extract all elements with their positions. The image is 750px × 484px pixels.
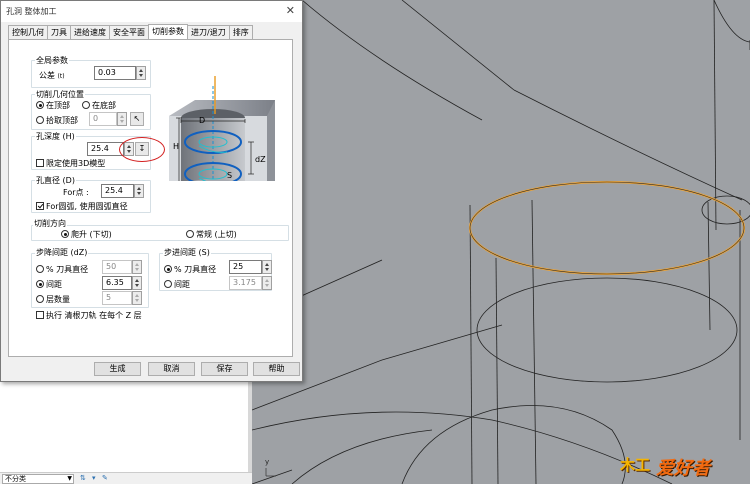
tab-control-geometry[interactable]: 控制几何 [8, 25, 48, 39]
cut-direction-label: 切削方向 [33, 219, 67, 228]
stepdown-spacing-input[interactable]: 6.35 [102, 276, 132, 290]
dialog-title: 孔洞 整体加工 [6, 7, 57, 16]
stepover-spacing-radio[interactable] [164, 280, 172, 288]
stepdown-layers-input[interactable]: 5 [102, 291, 132, 305]
for-circle-label: For圆弧, 使用圆弧直径 [46, 202, 128, 211]
tool-icon[interactable]: ✎ [102, 474, 108, 482]
for-point-label: For点 : [63, 188, 89, 197]
pick-top-spinner[interactable] [117, 112, 127, 126]
stepdown-layers-spinner[interactable] [132, 291, 142, 305]
diagram-label-h: H [173, 142, 180, 151]
cut-direction-group [31, 225, 289, 241]
tolerance-label: 公差 (t) [39, 71, 65, 80]
logo-text: 爱好者 [656, 458, 710, 479]
limit-3d-checkbox[interactable] [36, 159, 44, 167]
chevron-down-icon: ▼ [67, 475, 72, 482]
tab-entry-exit[interactable]: 进刀/退刀 [187, 25, 230, 39]
pick-top-radio[interactable] [36, 116, 44, 124]
save-button[interactable]: 保存 [201, 362, 248, 376]
stepdown-pct-input[interactable]: 50 [102, 260, 132, 274]
viewport-geometry [252, 0, 750, 484]
axis-y-label: y [265, 458, 270, 466]
climb-radio[interactable] [61, 230, 69, 238]
stepover-pct-label: % 刀具直径 [174, 265, 217, 274]
position-top-label: 在顶部 [46, 101, 70, 110]
stepdown-spacing-radio[interactable] [36, 280, 44, 288]
pick-top-input[interactable]: 0 [89, 112, 117, 126]
tab-feed-rate[interactable]: 进给速度 [70, 25, 110, 39]
position-bottom-radio[interactable] [82, 101, 90, 109]
tab-tool[interactable]: 刀具 [47, 25, 71, 39]
geometry-position-label: 切削几何位置 [35, 90, 85, 99]
stepover-pct-spinner[interactable] [262, 260, 272, 274]
help-button[interactable]: 帮助 [253, 362, 300, 376]
diagram-label-d: D [199, 116, 206, 125]
tab-cut-params[interactable]: 切削参数 [148, 24, 188, 39]
stepdown-pct-label: % 刀具直径 [46, 265, 89, 274]
hole-diagram: D H dZ S [151, 56, 279, 211]
stepdown-layers-label: 层数量 [46, 295, 70, 304]
pick-cursor-button[interactable]: ↖ [130, 112, 144, 126]
position-top-radio[interactable] [36, 101, 44, 109]
cancel-button[interactable]: 取消 [148, 362, 195, 376]
stepover-pct-input[interactable]: 25 [229, 260, 262, 274]
sort-icon[interactable]: ⇅ [80, 474, 86, 482]
stepover-pct-radio[interactable] [164, 265, 172, 273]
conventional-radio[interactable] [186, 230, 194, 238]
position-bottom-label: 在底部 [92, 101, 116, 110]
stepdown-pct-radio[interactable] [36, 265, 44, 273]
limit-3d-label: 限定使用3D模型 [46, 159, 106, 168]
pick-top-label: 拾取顶部 [46, 116, 78, 125]
hole-diameter-label: 孔直径 (D) [35, 176, 76, 185]
diagram-label-s: S [227, 171, 233, 180]
tolerance-spinner[interactable] [136, 66, 146, 80]
layer-panel [0, 380, 252, 484]
for-point-spinner[interactable] [134, 184, 144, 198]
close-icon[interactable]: ✕ [286, 4, 295, 17]
tab-bar: 控制几何 刀具 进给速度 安全平面 切削参数 进刀/退刀 排序 [8, 24, 253, 39]
filter-icon[interactable]: ▾ [92, 474, 96, 482]
tolerance-input[interactable]: 0.03 [94, 66, 136, 80]
global-params-label: 全局参数 [35, 56, 69, 65]
generate-button[interactable]: 生成 [94, 362, 141, 376]
layer-dropdown[interactable]: 不分类 ▼ [2, 474, 74, 484]
stepdown-layers-radio[interactable] [36, 295, 44, 303]
stepdown-spacing-label: 间距 [46, 280, 62, 289]
for-circle-checkbox[interactable] [36, 202, 44, 210]
panel-separator[interactable] [248, 380, 252, 484]
logo: 木工 爱好者 [620, 446, 748, 480]
finish-pass-checkbox[interactable] [36, 311, 44, 319]
stepdown-spacing-spinner[interactable] [132, 276, 142, 290]
stepover-spacing-spinner[interactable] [262, 276, 272, 290]
stepover-spacing-input[interactable]: 3.175 [229, 276, 262, 290]
logo-mark: 木工 [620, 456, 651, 474]
dialog-titlebar[interactable]: 孔洞 整体加工 ✕ [1, 1, 302, 22]
hole-machining-dialog: 孔洞 整体加工 ✕ 控制几何 刀具 进给速度 安全平面 切削参数 进刀/退刀 排… [0, 0, 303, 382]
stepover-spacing-label: 间距 [174, 280, 190, 289]
cursor-icon: ↖ [133, 114, 141, 123]
stepover-label: 步进间距 (S) [163, 248, 211, 257]
for-point-input[interactable]: 25.4 [101, 184, 134, 198]
climb-label: 爬升 (下切) [71, 230, 112, 239]
finish-pass-label: 执行 清根刀轨 在每个 Z 层 [46, 311, 142, 320]
stepdown-pct-spinner[interactable] [132, 260, 142, 274]
3d-viewport[interactable]: y [252, 0, 750, 484]
diagram-label-dz: dZ [255, 155, 266, 164]
tab-sorting[interactable]: 排序 [228, 25, 253, 39]
conventional-label: 常规 (上切) [196, 230, 237, 239]
layer-toolbar: 不分类 ▼ ⇅ ▾ ✎ [0, 472, 252, 484]
hole-depth-label: 孔深度 (H) [35, 132, 76, 141]
layer-dropdown-value: 不分类 [5, 475, 26, 483]
tab-safe-plane[interactable]: 安全平面 [109, 25, 149, 39]
stepdown-label: 步降间距 (dZ) [35, 248, 89, 257]
